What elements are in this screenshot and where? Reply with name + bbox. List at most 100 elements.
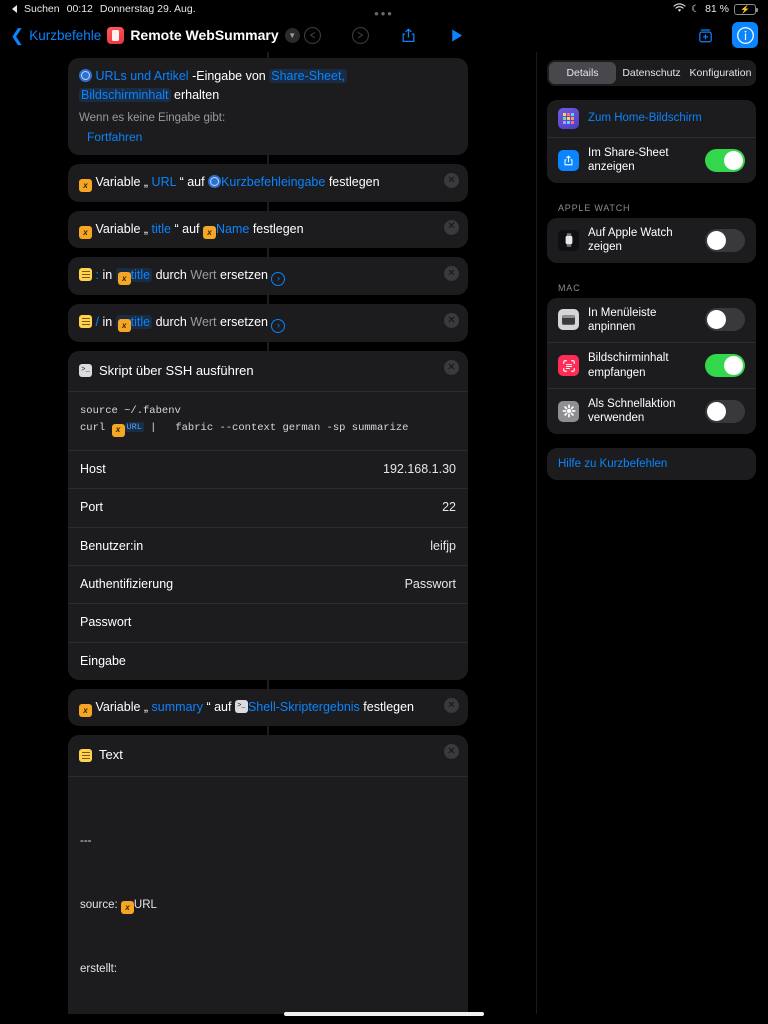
multitask-dots-icon[interactable]: ••• <box>374 6 394 21</box>
sidebar-row-menu-bar[interactable]: In Menüleiste anpinnen <box>547 298 756 344</box>
tab-datenschutz[interactable]: Datenschutz <box>618 62 685 84</box>
chevron-right-icon[interactable]: › <box>271 271 286 286</box>
remove-action-button[interactable]: ✕ <box>444 173 459 189</box>
info-icon[interactable] <box>732 22 758 48</box>
undo-icon[interactable] <box>299 22 325 48</box>
variable-name-title[interactable]: title <box>152 222 171 236</box>
replace-target-title[interactable]: title <box>131 315 150 329</box>
sidebar-row-apple-watch[interactable]: Auf Apple Watch zeigen <box>547 218 756 263</box>
variable-value-shortcut-input[interactable]: Kurzbefehleingabe <box>221 175 325 189</box>
ssh-param-user[interactable]: Benutzer:in leifjp <box>68 528 468 566</box>
ssh-param-host[interactable]: Host 192.168.1.30 <box>68 451 468 490</box>
ssh-script-editor[interactable]: source ~/.fabenv curl x URL | fabric --co… <box>68 392 468 451</box>
action-set-variable-title[interactable]: x Variable „ title “ auf x Name festlegen… <box>68 210 468 248</box>
shortcut-editor-pane[interactable]: URLs und Artikel -Eingabe von Share-Shee… <box>0 52 537 1014</box>
action-replace-slash[interactable]: / in x title durch Wert ersetzen › ✕ <box>68 303 468 342</box>
replace-with-label: durch <box>155 267 187 282</box>
variable-icon: x <box>120 900 134 914</box>
ssh-auth-label: Authentifizierung <box>80 576 174 591</box>
shell-script-icon <box>79 364 92 378</box>
text-action-icon <box>79 267 92 281</box>
status-back-app[interactable]: Suchen <box>24 3 60 15</box>
sidebar-row-screen-content[interactable]: Bildschirminhalt empfangen <box>547 343 756 389</box>
shortcuts-help-link[interactable]: Hilfe zu Kurzbefehlen <box>547 448 756 480</box>
ssh-auth-value[interactable]: Passwort <box>405 575 456 594</box>
share-icon[interactable] <box>395 22 421 48</box>
variable-name-summary[interactable]: summary <box>152 700 203 714</box>
ssh-param-auth[interactable]: Authentifizierung Passwort <box>68 566 468 605</box>
action-set-variable-url[interactable]: x Variable „ URL “ auf Kurzbefehleingabe… <box>68 164 468 202</box>
add-action-icon[interactable] <box>692 22 718 48</box>
remove-action-button[interactable]: ✕ <box>444 359 459 375</box>
input-source-sharesheet[interactable]: Share-Sheet, <box>269 69 347 83</box>
menu-bar-toggle[interactable] <box>705 308 745 332</box>
no-input-value[interactable]: Fortfahren <box>79 128 438 147</box>
variable-value-shell-result[interactable]: Shell-Skriptergebnis <box>248 700 360 714</box>
replace-search-slash[interactable]: / <box>95 315 98 329</box>
remove-action-button[interactable]: ✕ <box>444 265 459 281</box>
remove-action-button[interactable]: ✕ <box>444 744 459 760</box>
replace-value-placeholder[interactable]: Wert <box>190 268 216 282</box>
ssh-param-port[interactable]: Port 22 <box>68 489 468 528</box>
set-variable-to: “ auf <box>174 221 200 236</box>
action-run-script-over-ssh[interactable]: Skript über SSH ausführen ✕ source ~/.fa… <box>68 350 468 681</box>
ssh-script-url-variable[interactable]: URL <box>124 421 144 432</box>
sidebar-row-home-screen[interactable]: Zum Home-Bildschirm <box>547 100 756 138</box>
action-set-variable-summary[interactable]: x Variable „ summary “ auf Shell-Skripte… <box>68 689 468 727</box>
receive-input-line1: URLs und Artikel -Eingabe von Share-Shee… <box>79 67 438 86</box>
nav-center-group: ••• <box>299 6 469 48</box>
back-arrow-icon[interactable] <box>12 5 17 13</box>
ssh-port-value[interactable]: 22 <box>442 498 456 517</box>
text-source-url-variable[interactable]: URL <box>134 899 157 911</box>
ssh-password-label: Passwort <box>80 615 132 630</box>
ipad-shortcuts-screen: Suchen 00:12 Donnerstag 29. Aug. ☾ 81 % … <box>0 0 768 1024</box>
set-variable-suffix: festlegen <box>363 700 415 715</box>
text-action-body[interactable]: --- source: xURL erstellt: geändert: tag… <box>68 777 468 1014</box>
replace-search-colon[interactable]: : <box>95 268 98 282</box>
input-types-label[interactable]: URLs und Artikel <box>95 69 188 83</box>
chevron-left-icon[interactable]: ❮ <box>10 27 24 44</box>
input-source-screen[interactable]: Bildschirminhalt <box>79 88 171 103</box>
ssh-param-password[interactable]: Passwort <box>68 604 468 643</box>
replace-target-title[interactable]: title <box>131 268 150 282</box>
variable-icon: x <box>202 225 216 239</box>
details-sidebar: Details Datenschutz Konfiguration Zum Ho… <box>537 52 768 1014</box>
home-screen-label[interactable]: Zum Home-Bildschirm <box>588 111 745 125</box>
quick-action-toggle[interactable] <box>705 399 745 423</box>
screen-content-toggle[interactable] <box>705 354 745 378</box>
menu-bar-icon <box>558 309 579 331</box>
ssh-user-value[interactable]: leifjp <box>430 537 456 556</box>
share-sheet-toggle[interactable] <box>705 148 745 172</box>
text-source-label: source: <box>80 898 121 911</box>
ssh-host-value[interactable]: 192.168.1.30 <box>383 460 456 479</box>
apple-watch-toggle[interactable] <box>705 228 745 252</box>
remove-action-button[interactable]: ✕ <box>444 698 459 714</box>
shortcuts-app-icon <box>107 26 125 44</box>
variable-icon: x <box>79 225 92 239</box>
variable-icon: x <box>117 271 131 285</box>
variable-icon: x <box>79 704 92 718</box>
chevron-right-icon[interactable]: › <box>271 318 286 333</box>
home-indicator[interactable] <box>284 1012 484 1016</box>
share-sheet-icon <box>558 149 579 171</box>
sidebar-row-share-sheet[interactable]: Im Share-Sheet anzeigen <box>547 138 756 183</box>
redo-icon[interactable] <box>347 22 373 48</box>
play-icon[interactable] <box>443 22 469 48</box>
ssh-port-label: Port <box>80 500 103 515</box>
sidebar-row-quick-action[interactable]: Als Schnellaktion verwenden <box>547 389 756 434</box>
variable-value-name[interactable]: Name <box>216 222 249 236</box>
remove-action-button[interactable]: ✕ <box>444 312 459 328</box>
back-to-shortcuts-button[interactable]: Kurzbefehle <box>29 28 101 43</box>
remove-action-button[interactable]: ✕ <box>444 219 459 235</box>
tab-details[interactable]: Details <box>549 62 616 84</box>
battery-charging-icon: ⚡ <box>734 3 758 15</box>
chevron-down-icon[interactable]: ▼ <box>284 27 300 43</box>
tab-konfiguration[interactable]: Konfiguration <box>687 62 754 84</box>
variable-name-url[interactable]: URL <box>152 175 177 189</box>
action-replace-colon[interactable]: : in x title durch Wert ersetzen › ✕ <box>68 256 468 295</box>
ssh-param-input[interactable]: Eingabe <box>68 643 468 680</box>
replace-value-placeholder[interactable]: Wert <box>190 315 216 329</box>
quick-action-gear-icon <box>558 400 579 422</box>
action-text[interactable]: Text ✕ --- source: xURL erstellt: geände… <box>68 735 468 1014</box>
action-receive-input[interactable]: URLs und Artikel -Eingabe von Share-Shee… <box>68 58 468 156</box>
